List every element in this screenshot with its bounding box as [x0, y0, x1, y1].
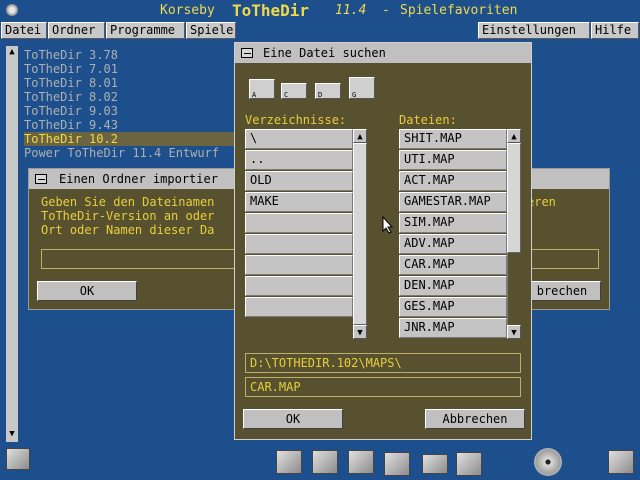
import-dialog-close-icon[interactable] [35, 174, 47, 184]
directory-item[interactable] [245, 234, 353, 254]
file-cancel-button[interactable]: Abbrechen [425, 409, 525, 429]
puzzle-icon[interactable] [456, 452, 482, 476]
main-list-scroll-down-button[interactable]: ▼ [6, 428, 18, 440]
file-item[interactable]: SIM.MAP [399, 213, 507, 233]
import-dialog-text: Geben Sie den Dateinamen ToTheDir-Versio… [41, 195, 214, 237]
cdrom-drive-icon[interactable]: G [349, 77, 375, 99]
file-scroll-down-button[interactable]: ▼ [507, 325, 521, 339]
product-version: 11.4 [335, 3, 367, 18]
filename-field[interactable]: CAR.MAP [245, 377, 521, 397]
import-cancel-button[interactable]: brechen [523, 281, 601, 301]
file-item[interactable]: GAMESTAR.MAP [399, 192, 507, 212]
file-item[interactable]: GES.MAP [399, 297, 507, 317]
directory-item[interactable] [245, 297, 353, 317]
directory-item[interactable] [245, 255, 353, 275]
file-item[interactable]: DEN.MAP [399, 276, 507, 296]
drive-letter: D [318, 91, 323, 99]
directories-label: Verzeichnisse: [245, 113, 347, 127]
file-dialog-titlebar[interactable]: Eine Datei suchen [235, 43, 531, 63]
list-item[interactable]: ToTheDir 8.01 [24, 76, 118, 90]
file-item[interactable]: UTI.MAP [399, 150, 507, 170]
file-scroll-up-button[interactable]: ▲ [507, 129, 521, 143]
hard-drive-icon[interactable]: C [281, 83, 307, 99]
file-item[interactable]: ADV.MAP [399, 234, 507, 254]
folder-icon[interactable] [312, 450, 338, 474]
import-text-line: ToTheDir-Version an oder [41, 209, 215, 223]
directory-scroll-up-button[interactable]: ▲ [353, 129, 367, 143]
hard-drive-icon[interactable]: D [315, 83, 341, 99]
directory-item[interactable]: OLD [245, 171, 353, 191]
list-item-selected[interactable]: ToTheDir 10.2 [24, 132, 236, 146]
directory-scroll-thumb[interactable] [353, 143, 367, 325]
folder-open-icon[interactable] [276, 450, 302, 474]
main-list-scrollbar[interactable] [6, 46, 18, 442]
window-title: Korseby ToTheDir 11.4 - Spielefavoriten [0, 0, 640, 22]
menu-einstellungen[interactable]: Einstellungen [478, 22, 590, 39]
import-text-line: Geben Sie den Dateinamen [41, 195, 215, 209]
file-dialog-close-icon[interactable] [241, 48, 253, 58]
directory-item[interactable]: \ [245, 129, 353, 149]
floppy-drive-icon[interactable]: A [249, 79, 275, 99]
tools-icon[interactable] [384, 452, 410, 476]
list-item[interactable]: ToTheDir 9.43 [24, 118, 118, 132]
menu-programme[interactable]: Programme [106, 22, 185, 39]
file-list: SHIT.MAP UTI.MAP ACT.MAP GAMESTAR.MAP SI… [399, 129, 521, 341]
import-ok-button[interactable]: OK [37, 281, 137, 301]
file-dialog-title: Eine Datei suchen [263, 46, 386, 60]
directory-list: \ .. OLD MAKE ▲ ▼ [245, 129, 367, 341]
file-scroll-thumb[interactable] [507, 143, 521, 253]
list-item[interactable]: ToTheDir 3.78 [24, 48, 118, 62]
path-field[interactable]: D:\TOTHEDIR.102\MAPS\ [245, 353, 521, 373]
directory-item[interactable]: .. [245, 150, 353, 170]
menu-spiele[interactable]: Spiele [186, 22, 236, 39]
list-item[interactable]: Power ToTheDir 11.4 Entwurf [24, 146, 219, 160]
app-name: Korseby [160, 3, 215, 18]
directory-scroll-down-button[interactable]: ▼ [353, 325, 367, 339]
main-list-scroll-up-button[interactable]: ▲ [6, 46, 18, 58]
mouse-cursor-icon [382, 216, 394, 234]
windows-icon[interactable] [608, 450, 634, 474]
directory-item[interactable]: MAKE [245, 192, 353, 212]
window-subtitle: Spielefavoriten [400, 3, 518, 18]
file-search-dialog: Eine Datei suchen A C D G Verzeichnisse:… [234, 42, 532, 440]
product-name: ToTheDir [232, 1, 310, 20]
title-separator: - [382, 3, 390, 18]
import-text-line: Ort oder Namen dieser Da [41, 223, 215, 237]
directory-item[interactable] [245, 213, 353, 233]
printer-icon[interactable] [422, 454, 448, 474]
import-dialog-title: Einen Ordner importier [59, 172, 218, 186]
drive-letter: G [352, 91, 357, 99]
drive-letter: C [284, 91, 289, 99]
menu-hilfe[interactable]: Hilfe [591, 22, 639, 39]
directory-item[interactable] [245, 276, 353, 296]
computer-icon[interactable] [6, 448, 30, 470]
file-ok-button[interactable]: OK [243, 409, 343, 429]
menu-datei[interactable]: Datei [1, 22, 47, 39]
list-item[interactable]: ToTheDir 7.01 [24, 62, 118, 76]
file-item[interactable]: JNR.MAP [399, 318, 507, 338]
file-item[interactable]: SHIT.MAP [399, 129, 507, 149]
documents-icon[interactable] [348, 450, 374, 474]
menu-ordner[interactable]: Ordner [48, 22, 105, 39]
list-item[interactable]: ToTheDir 8.02 [24, 90, 118, 104]
cd-icon[interactable] [534, 448, 562, 476]
file-item[interactable]: CAR.MAP [399, 255, 507, 275]
drive-letter: A [252, 91, 257, 99]
files-label: Dateien: [399, 113, 457, 127]
file-item[interactable]: ACT.MAP [399, 171, 507, 191]
list-item[interactable]: ToTheDir 9.03 [24, 104, 118, 118]
